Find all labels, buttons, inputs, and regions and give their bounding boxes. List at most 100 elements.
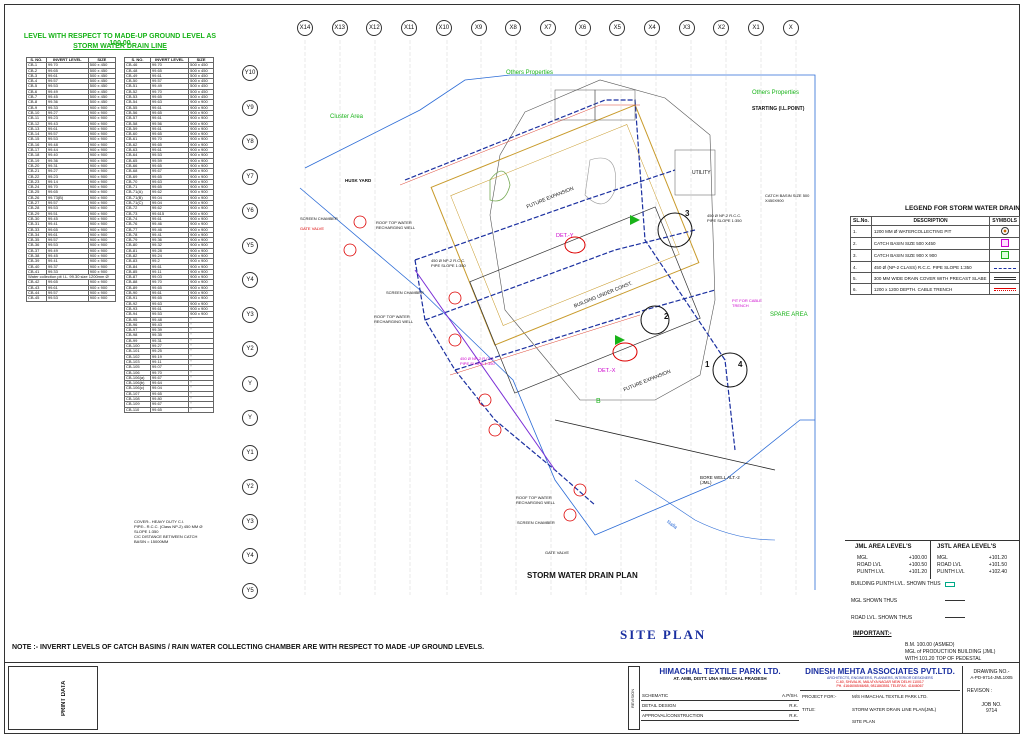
legend-table: SL.No. DESCRIPTION SYMBOLS 1. 1200 MM Ø W… [850, 216, 1020, 295]
label-pipe-2: 450 Ø NP-2 R.C.C. PIPE SLOPE 1:350 [460, 356, 495, 366]
shown-plinth: BUILDING PLINTH LVL. SHOWN THUS [851, 581, 941, 587]
stage-row: APPROVAL/CONSTRUCTION R.K. [641, 711, 799, 721]
grid-col-bubble: X1 [748, 20, 765, 36]
label-screen-chamber-1: SCREEN CHAMBER [300, 216, 338, 221]
schedule-table-left: S. NO. INVERT LEVEL SIZE CB-1 99.70 500 x 45… [26, 56, 117, 302]
important-title: IMPORTANT:- [853, 631, 892, 637]
drawing-title: STORM WATER DRAIN PLAN [527, 571, 638, 580]
legend-symbol-icon [989, 249, 1020, 262]
stage-name: APPROVAL/CONSTRUCTION [642, 713, 704, 718]
label-det-x: DET.-X [598, 368, 616, 374]
grid-col-bubble: X4 [644, 20, 660, 36]
legend-description: 450 Ø (NP-2 CLASS) R.C.C. PIPE SLOPE 1:3… [870, 261, 991, 273]
revision-stamp-column [8, 666, 98, 730]
level-value: +101.50 [988, 562, 1007, 568]
callout-4: 4 [738, 360, 743, 369]
legend-symbol-icon [989, 261, 1020, 273]
label-screen-chamber-2: SCREEN CHAMBER [386, 290, 424, 295]
legend-description: CATCH BASIN SIZE 500 X450 [870, 237, 991, 250]
legend-row: 1. 1200 MM Ø WATERCOLLECTING PIT [850, 225, 1020, 238]
label-utility: UTILITY [692, 170, 711, 176]
label-cluster-area: Cluster Area [330, 114, 364, 120]
level-name: ROAD LVL [937, 562, 962, 568]
label-gate-valve-2: GATE VALVE [545, 550, 570, 555]
level-row: PLINTH LVL +101.20 [857, 569, 927, 576]
grid-col-bubble: X6 [574, 20, 591, 36]
mgl-symbol-icon [945, 600, 965, 601]
label-others-properties-1: Others Properties [506, 70, 554, 76]
stage-row: SCHEMATIC A.P/SH. [641, 691, 799, 701]
label-pipe-1: 450 Ø NP-2 R.C.C. PIPE SLOPE 1:350 [431, 258, 466, 268]
level-row: ROAD LVL +100.50 [857, 562, 927, 569]
title-line-1: STORM WATER DRAIN LINE PLAN(JML) [852, 707, 937, 712]
title-line-2: SITE PLAN [852, 719, 876, 724]
label-spare-area: SPARE AREA [770, 312, 808, 318]
level-row: PLINTH LVL +102.40 [937, 569, 1007, 576]
schedule-table-right: S. NO. INVERT LEVEL SIZE CB-46 99.70 500 x 4… [124, 56, 214, 413]
level-name: MGL [857, 555, 868, 561]
label-gate-valve-1: GATE VALVE [300, 226, 325, 231]
legend-description: CATCH BASIN SIZE 900 X 900 [870, 249, 991, 262]
callout-1: 1 [705, 360, 710, 369]
firm-block: DINESH MEHTA ASSOCIATES PVT.LTD. ARCHITE… [800, 666, 960, 688]
label-roof-recharge-2: ROOF TOP WATER RECHARGING WELL [374, 314, 414, 324]
schedule-cell: " [188, 406, 214, 413]
client-name: HIMACHAL TEXTILE PARK LTD. [659, 667, 781, 676]
drawing-no: A-PD-9714-JML1005 [970, 675, 1013, 680]
project-name: M/S HIMACHAL TEXTILE PARK LTD. [852, 694, 928, 699]
stage-check: R.K. [789, 703, 798, 708]
grid-col-bubble: X10 [435, 20, 452, 36]
grid-col-bubble: X13 [331, 20, 348, 36]
legend-symbol-icon [989, 225, 1020, 238]
legend-row: 5. 300 MM WIDE DRAIN COVER WITH PRECAST S… [850, 272, 1020, 284]
legend-symbol-icon [989, 272, 1020, 284]
print-data-label: PRINT DATA [61, 680, 67, 716]
schedule-special-cell: Water collection pit I.L. 99.30 size 120… [26, 274, 116, 281]
schedule-cell: 900 x 900 [87, 295, 117, 302]
legend-slno: 5. [850, 272, 872, 284]
label-others-properties-2: Others Properties [752, 90, 800, 96]
legend-description: 300 MM WIDE DRAIN COVER WITH PRECAST SLA… [870, 272, 991, 284]
label-bore-well: BORE WELL ALT.-2 (JML) [700, 475, 740, 485]
level-value: +100.00 [908, 555, 927, 561]
schedule-note: BASIN = 15000MM [134, 539, 169, 544]
level-name: PLINTH LVL [937, 569, 965, 575]
legend-slno: 6. [850, 283, 872, 295]
important-line: B.M. 100.00 (ASMED) [905, 642, 955, 648]
label-pipe-3: 450 Ø NP-2 R.C.C. PIPE SLOPE 1:350 [707, 213, 742, 223]
legend-symbol-icon [989, 237, 1020, 250]
firm-name: DINESH MEHTA ASSOCIATES PVT.LTD. [805, 667, 955, 676]
callout-2: 2 [664, 312, 669, 321]
grid-col-bubble: X7 [539, 20, 556, 36]
jstl-levels-list: MGL +101.20 ROAD LVL +101.50 PLINTH LVL +102.… [937, 555, 1007, 576]
schedule-row: CB-110 99.65 " [124, 406, 214, 413]
stage-name: SCHEMATIC [642, 693, 669, 698]
label-screen-chamber-3: SCREEN CHAMBER [517, 520, 555, 525]
level-value: +100.50 [908, 562, 927, 568]
legend-row: 3. CATCH BASIN SIZE 900 X 900 [850, 249, 1020, 262]
legend-slno: 4. [850, 261, 872, 273]
legend-description: 1200 MM Ø WATERCOLLECTING PIT [870, 225, 991, 238]
stage-name: DETAIL DESIGN [642, 703, 676, 708]
legend-title: LEGEND FOR STORM WATER DRAIN [905, 205, 1020, 212]
jml-levels-list: MGL +100.00 ROAD LVL +100.50 PLINTH LVL +101.… [857, 555, 927, 576]
grid-col-bubble: X11 [401, 20, 418, 36]
legend-description: 1200 x 1200 DEPTH. CABLE TRENCH [870, 283, 991, 295]
level-row: MGL +101.20 [937, 555, 1007, 562]
level-name: MGL [937, 555, 948, 561]
legend-col-slno: SL.No. [850, 216, 872, 226]
legend-row: 6. 1200 x 1200 DEPTH. CABLE TRENCH [850, 283, 1020, 295]
road-symbol-icon [945, 617, 965, 618]
level-value: +101.20 [908, 569, 927, 575]
title-label: TITLE: [802, 707, 816, 712]
level-row: ROAD LVL +101.50 [937, 562, 1007, 569]
schedule-header-line2: STORM WATER DRAIN LINE [73, 43, 167, 50]
legend-col-description: DESCRIPTION [870, 216, 991, 226]
schedule-notes: COVER:- HEAVY DUTY C.I. PIPE:- R.C.C. (Cl… [134, 519, 234, 544]
project-label: PROJECT FOR:- [802, 694, 837, 699]
schedule-cell: 99.53 [45, 295, 89, 302]
label-det-y: DET.-Y [556, 233, 574, 239]
level-name: ROAD LVL [857, 562, 882, 568]
revision-label: REVISION [628, 666, 640, 730]
grid-col-bubble: X [782, 20, 799, 36]
